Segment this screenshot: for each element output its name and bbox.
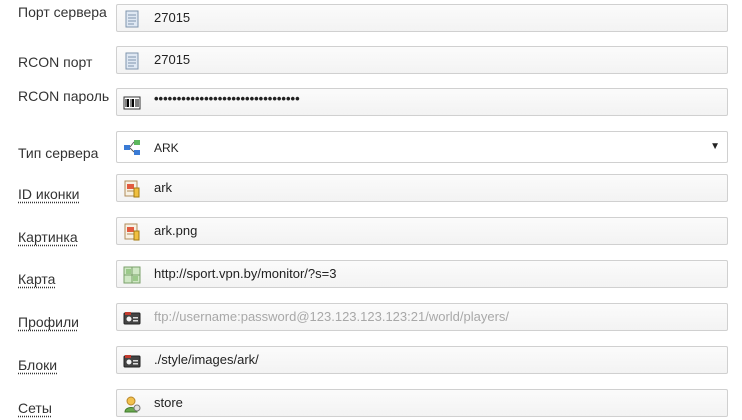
document-icon [125, 10, 139, 28]
rcon-port-input[interactable]: 27015 [116, 46, 728, 74]
server-type-label: Тип сервера [18, 145, 99, 161]
icon-id-value: ark [154, 180, 173, 195]
icon-id-label[interactable]: ID иконки [18, 186, 118, 202]
rcon-port-value: 27015 [154, 52, 191, 67]
rcon-password-label: RCON пароль [18, 88, 110, 104]
profiles-label[interactable]: Профили [18, 314, 118, 330]
document-icon [125, 52, 139, 70]
profile-card-icon [123, 312, 141, 325]
blocks-label[interactable]: Блоки [18, 357, 118, 373]
profiles-input[interactable]: ftp://username:password@123.123.123.123:… [116, 303, 728, 331]
profiles-placeholder: ftp://username:password@123.123.123.123:… [154, 309, 510, 324]
map-input[interactable]: http://sport.vpn.by/monitor/?s=3 [116, 260, 728, 288]
map-label[interactable]: Карта [18, 271, 118, 287]
barcode-icon [123, 96, 141, 110]
rcon-password-input[interactable]: •••••••••••••••••••••••••••••••• [116, 88, 728, 116]
icon-id-input[interactable]: ark [116, 174, 728, 202]
image-file-icon [124, 223, 140, 241]
blocks-input[interactable]: ./style/images/ark/ [116, 346, 728, 374]
rcon-port-label: RCON порт [18, 54, 93, 70]
chevron-down-icon[interactable]: ▼ [710, 141, 720, 152]
user-sets-icon [124, 396, 141, 413]
blocks-value: ./style/images/ark/ [154, 352, 259, 367]
picture-label[interactable]: Картинка [18, 229, 118, 245]
server-type-select[interactable]: ARK ▼ [116, 131, 728, 163]
server-type-value: ARK [154, 141, 179, 155]
server-type-icon [124, 140, 140, 155]
map-icon [123, 266, 141, 284]
sets-label[interactable]: Сеты [18, 400, 118, 416]
server-port-value: 27015 [154, 10, 191, 25]
sets-input[interactable]: store [116, 389, 728, 417]
sets-value: store [154, 395, 183, 410]
rcon-password-value: •••••••••••••••••••••••••••••••• [154, 91, 300, 106]
picture-value: ark.png [154, 223, 198, 238]
profile-card-icon [123, 355, 141, 368]
image-file-icon [124, 180, 140, 198]
server-port-input[interactable]: 27015 [116, 4, 728, 32]
map-value: http://sport.vpn.by/monitor/?s=3 [154, 266, 337, 281]
server-port-label: Порт сервера [18, 4, 107, 20]
picture-input[interactable]: ark.png [116, 217, 728, 245]
